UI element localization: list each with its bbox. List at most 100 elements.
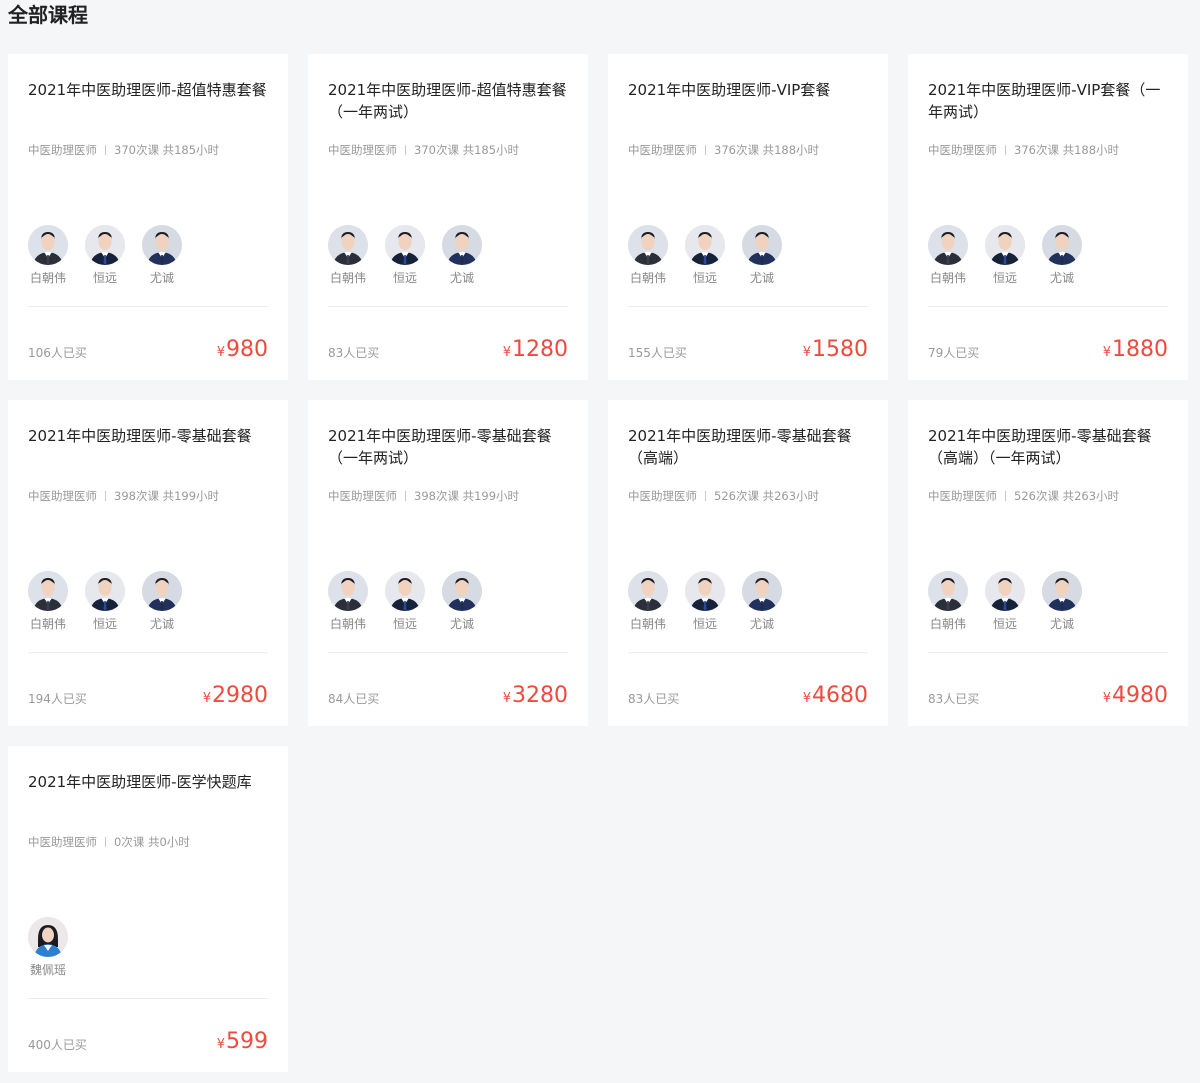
course-title[interactable]: 2021年中医助理医师-VIP套餐（一年两试）: [928, 79, 1172, 123]
teacher-name: 白朝伟: [329, 271, 366, 285]
currency-symbol: ¥: [802, 691, 811, 706]
teacher[interactable]: 尤诚: [1042, 571, 1082, 632]
teacher[interactable]: 恒远: [685, 571, 725, 632]
teacher[interactable]: 恒远: [385, 571, 425, 632]
course-card[interactable]: 2021年中医助理医师-VIP套餐（一年两试） 中医助理医师 376次课 共188小…: [908, 54, 1188, 380]
teacher[interactable]: 尤诚: [442, 571, 482, 632]
teacher-name: 尤诚: [749, 271, 774, 285]
teacher-name: 恒远: [392, 617, 417, 631]
course-title[interactable]: 2021年中医助理医师-零基础套餐（一年两试）: [328, 425, 572, 469]
teacher-name: 恒远: [692, 617, 717, 631]
teacher[interactable]: 白朝伟: [28, 225, 68, 286]
course-meta: 中医助理医师 526次课 共263小时: [628, 488, 819, 504]
course-title[interactable]: 2021年中医助理医师-零基础套餐（高端）（一年两试）: [928, 425, 1172, 469]
teacher-name: 恒远: [392, 271, 417, 285]
currency-symbol: ¥: [202, 691, 211, 706]
price-value: 1280: [512, 337, 568, 362]
teacher[interactable]: 恒远: [985, 225, 1025, 286]
course-category: 中医助理医师: [328, 489, 397, 503]
course-price: ¥1880: [1103, 336, 1168, 367]
sold-count: 83人已买: [628, 692, 680, 706]
price-value: 4980: [1112, 683, 1168, 708]
teacher[interactable]: 白朝伟: [28, 571, 68, 632]
course-title[interactable]: 2021年中医助理医师-零基础套餐: [28, 425, 272, 447]
teacher-name: 白朝伟: [29, 271, 66, 285]
course-card[interactable]: 2021年中医助理医师-医学快题库 中医助理医师 0次课 共0小时 魏佩瑶 400人已买…: [8, 746, 288, 1072]
teacher-name: 魏佩瑶: [29, 963, 66, 977]
teacher-name: 尤诚: [749, 617, 774, 631]
teacher[interactable]: 恒远: [85, 225, 125, 286]
teacher-avatar: [742, 225, 782, 265]
meta-divider: [405, 145, 406, 155]
teacher-avatar: [442, 225, 482, 265]
course-price: ¥599: [217, 1028, 268, 1059]
teacher-avatar: [985, 225, 1025, 265]
teacher-avatar: [28, 571, 68, 611]
teacher[interactable]: 尤诚: [142, 571, 182, 632]
teacher-avatar: [142, 225, 182, 265]
teacher-avatar: [1042, 571, 1082, 611]
teacher[interactable]: 恒远: [85, 571, 125, 632]
course-title[interactable]: 2021年中医助理医师-超值特惠套餐（一年两试）: [328, 79, 572, 123]
teacher-avatar: [85, 225, 125, 265]
course-card[interactable]: 2021年中医助理医师-超值特惠套餐 中医助理医师 370次课 共185小时 白朝伟 恒…: [8, 54, 288, 380]
teacher[interactable]: 白朝伟: [928, 571, 968, 632]
teacher[interactable]: 恒远: [385, 225, 425, 286]
teacher-avatar: [385, 225, 425, 265]
course-card[interactable]: 2021年中医助理医师-零基础套餐（高端） 中医助理医师 526次课 共263小时白…: [608, 400, 888, 726]
teacher[interactable]: 尤诚: [142, 225, 182, 286]
teacher-avatar: [628, 571, 668, 611]
course-meta: 中医助理医师 398次课 共199小时: [328, 488, 519, 504]
teacher-avatar: [328, 571, 368, 611]
course-card[interactable]: 2021年中医助理医师-VIP套餐 中医助理医师 376次课 共188小时 白朝伟 恒远…: [608, 54, 888, 380]
teacher[interactable]: 魏佩瑶: [28, 917, 68, 978]
course-card[interactable]: 2021年中医助理医师-零基础套餐 中医助理医师 398次课 共199小时 白朝伟 恒远…: [8, 400, 288, 726]
course-lessons: 526次课 共263小时: [714, 489, 820, 503]
card-divider: [28, 998, 268, 999]
teacher[interactable]: 白朝伟: [928, 225, 968, 286]
price-value: 1880: [1112, 337, 1168, 362]
teacher[interactable]: 恒远: [985, 571, 1025, 632]
teacher[interactable]: 尤诚: [442, 225, 482, 286]
course-category: 中医助理医师: [28, 489, 97, 503]
sold-count: 400人已买: [28, 1038, 87, 1052]
teacher[interactable]: 白朝伟: [328, 571, 368, 632]
meta-divider: [105, 491, 106, 501]
sold-count: 83人已买: [328, 346, 380, 360]
teacher-name: 白朝伟: [29, 617, 66, 631]
course-lessons: 376次课 共188小时: [714, 143, 820, 157]
teacher-name: 白朝伟: [629, 617, 666, 631]
teacher-name: 恒远: [92, 271, 117, 285]
teacher-name: 白朝伟: [329, 617, 366, 631]
course-title[interactable]: 2021年中医助理医师-零基础套餐（高端）: [628, 425, 872, 469]
teacher[interactable]: 白朝伟: [328, 225, 368, 286]
teacher-avatar: [928, 571, 968, 611]
course-lessons: 370次课 共185小时: [414, 143, 520, 157]
teacher[interactable]: 尤诚: [742, 225, 782, 286]
course-title[interactable]: 2021年中医助理医师-VIP套餐: [628, 79, 872, 101]
card-divider: [628, 306, 868, 307]
course-price: ¥4680: [803, 682, 868, 713]
course-lessons: 376次课 共188小时: [1014, 143, 1120, 157]
currency-symbol: ¥: [216, 345, 225, 360]
teacher[interactable]: 尤诚: [742, 571, 782, 632]
course-category: 中医助理医师: [928, 143, 997, 157]
course-card[interactable]: 2021年中医助理医师-零基础套餐（一年两试） 中医助理医师 398次课 共199小…: [308, 400, 588, 726]
teacher-name: 白朝伟: [929, 271, 966, 285]
course-lessons: 398次课 共199小时: [414, 489, 520, 503]
sold-count: 84人已买: [328, 692, 380, 706]
course-card[interactable]: 2021年中医助理医师-零基础套餐（高端）（一年两试） 中医助理医师 526次课 共…: [908, 400, 1188, 726]
teacher[interactable]: 恒远: [685, 225, 725, 286]
course-title[interactable]: 2021年中医助理医师-超值特惠套餐: [28, 79, 272, 101]
course-price: ¥980: [217, 336, 268, 367]
teacher[interactable]: 白朝伟: [628, 225, 668, 286]
price-value: 1580: [812, 337, 868, 362]
teacher-name: 尤诚: [149, 617, 174, 631]
course-price: ¥1280: [503, 336, 568, 367]
course-card[interactable]: 2021年中医助理医师-超值特惠套餐（一年两试） 中医助理医师 370次课 共185…: [308, 54, 588, 380]
currency-symbol: ¥: [802, 345, 811, 360]
course-title[interactable]: 2021年中医助理医师-医学快题库: [28, 771, 272, 793]
course-lessons: 370次课 共185小时: [114, 143, 220, 157]
teacher[interactable]: 尤诚: [1042, 225, 1082, 286]
teacher[interactable]: 白朝伟: [628, 571, 668, 632]
